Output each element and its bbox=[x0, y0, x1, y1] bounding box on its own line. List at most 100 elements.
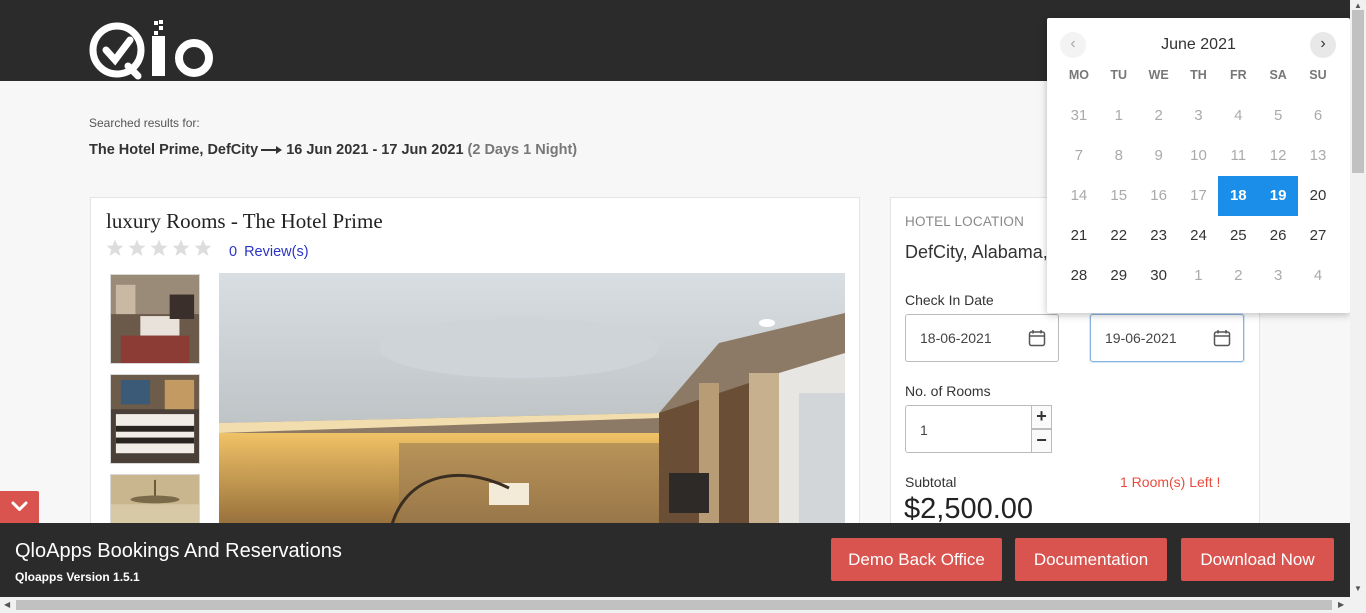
search-label: Searched results for: bbox=[89, 116, 200, 130]
calendar-day[interactable]: 26 bbox=[1258, 216, 1298, 256]
product-title: luxury Rooms - The Hotel Prime bbox=[106, 209, 383, 233]
calendar-day-selected[interactable]: 19 bbox=[1258, 176, 1299, 216]
calendar-day: 5 bbox=[1273, 107, 1283, 124]
next-month-button[interactable]: › bbox=[1310, 32, 1336, 58]
weekday-label: FR bbox=[1229, 68, 1247, 82]
room-thumbnail[interactable] bbox=[110, 374, 200, 464]
scroll-up-icon[interactable]: ▲ bbox=[1354, 1, 1362, 10]
calendar-icon[interactable] bbox=[1213, 329, 1231, 347]
calendar-day[interactable]: 2 bbox=[1218, 256, 1258, 296]
subtotal-label: Subtotal bbox=[905, 474, 957, 490]
horizontal-scroll-thumb[interactable] bbox=[16, 600, 1332, 610]
rooms-left-notice: 1 Room(s) Left ! bbox=[1120, 474, 1221, 490]
rooms-decrement-button[interactable]: − bbox=[1031, 429, 1052, 453]
date-picker: ‹ June 2021 › MO TU WE TH FR SA SU 31 1 … bbox=[1047, 18, 1350, 313]
calendar-icon[interactable] bbox=[1028, 329, 1046, 347]
review-label: Review(s) bbox=[244, 244, 309, 260]
scroll-right-icon[interactable]: ▶ bbox=[1338, 600, 1344, 609]
calendar-day: 17 bbox=[1190, 187, 1207, 204]
review-count: 0 bbox=[229, 244, 238, 260]
demo-footer: QloApps Bookings And Reservations Qloapp… bbox=[0, 523, 1350, 597]
calendar-week: 28 29 30 1 2 3 4 bbox=[1059, 256, 1338, 296]
check-out-date-input[interactable]: 19-06-2021 bbox=[1090, 314, 1244, 362]
search-summary: The Hotel Prime, DefCity 16 Jun 2021 - 1… bbox=[89, 142, 577, 158]
calendar-day: 4 bbox=[1234, 107, 1243, 124]
calendar-day[interactable]: 24 bbox=[1179, 216, 1219, 256]
room-thumbnail[interactable] bbox=[110, 274, 200, 364]
calendar-day: 14 bbox=[1070, 187, 1088, 204]
calendar-day[interactable]: 29 bbox=[1099, 256, 1139, 296]
calendar-grid: MO TU WE TH FR SA SU 31 1 2 3 4 5 6 7 8 … bbox=[1059, 68, 1338, 296]
scroll-down-icon[interactable]: ▼ bbox=[1354, 584, 1362, 593]
weekday-label: WE bbox=[1148, 68, 1169, 82]
calendar-day-selected[interactable]: 18 bbox=[1218, 176, 1259, 216]
search-dates: 16 Jun 2021 - 17 Jun 2021 bbox=[286, 142, 464, 158]
check-in-date-value: 18-06-2021 bbox=[920, 330, 992, 346]
search-duration: (2 Days 1 Night) bbox=[467, 142, 578, 158]
weekday-label: SU bbox=[1309, 68, 1327, 82]
calendar-week: 7 8 9 10 11 12 13 bbox=[1059, 136, 1338, 176]
calendar-day: 16 bbox=[1150, 187, 1167, 204]
calendar-day: 6 bbox=[1313, 107, 1323, 124]
arrow-right-icon bbox=[261, 146, 283, 154]
footer-toggle-button[interactable] bbox=[0, 491, 39, 523]
footer-title: QloApps Bookings And Reservations bbox=[15, 540, 342, 562]
calendar-day: 15 bbox=[1110, 187, 1128, 204]
hotel-location-value: DefCity, Alabama, bbox=[905, 242, 1048, 262]
calendar-week: 14 15 16 17 18 19 20 bbox=[1059, 176, 1338, 216]
calendar-day[interactable]: 20 bbox=[1298, 176, 1338, 216]
qlo-logo[interactable] bbox=[88, 18, 216, 80]
weekday-header: MO TU WE TH FR SA SU bbox=[1059, 68, 1338, 88]
calendar-day: 13 bbox=[1309, 147, 1327, 164]
calendar-day[interactable]: 4 bbox=[1298, 256, 1338, 296]
scroll-left-icon[interactable]: ◀ bbox=[4, 600, 10, 609]
calendar-day[interactable]: 21 bbox=[1059, 216, 1099, 256]
check-in-date-input[interactable]: 18-06-2021 bbox=[905, 314, 1059, 362]
rooms-increment-button[interactable]: + bbox=[1031, 405, 1052, 429]
footer-version: Qloapps Version 1.5.1 bbox=[15, 570, 140, 584]
vertical-scrollbar[interactable]: ▲ ▼ bbox=[1350, 0, 1366, 597]
weekday-label: MO bbox=[1068, 68, 1089, 82]
check-out-date-value: 19-06-2021 bbox=[1105, 330, 1177, 346]
hotel-location-label: HOTEL LOCATION bbox=[905, 214, 1025, 229]
calendar-day[interactable]: 28 bbox=[1059, 256, 1099, 296]
calendar-day[interactable]: 30 bbox=[1139, 256, 1179, 296]
calendar-day: 9 bbox=[1154, 147, 1163, 164]
calendar-day[interactable]: 25 bbox=[1218, 216, 1258, 256]
horizontal-scrollbar[interactable]: ◀ ▶ bbox=[0, 597, 1366, 613]
calendar-week: 21 22 23 24 25 26 27 bbox=[1059, 216, 1338, 256]
calendar-day: 31 bbox=[1070, 107, 1088, 124]
rooms-quantity-input[interactable]: 1 bbox=[905, 405, 1032, 453]
reviews-link[interactable]: 0 Review(s) bbox=[229, 244, 309, 260]
star-icon bbox=[128, 239, 146, 256]
calendar-day: 10 bbox=[1190, 147, 1207, 164]
product-card: luxury Rooms - The Hotel Prime 0 Review(s… bbox=[90, 197, 860, 537]
check-in-label: Check In Date bbox=[905, 292, 994, 308]
calendar-day[interactable]: 27 bbox=[1298, 216, 1338, 256]
calendar-day: 12 bbox=[1269, 147, 1287, 164]
star-icon bbox=[194, 239, 212, 256]
calendar-day[interactable]: 1 bbox=[1179, 256, 1219, 296]
documentation-button[interactable]: Documentation bbox=[1015, 538, 1167, 581]
rooms-label: No. of Rooms bbox=[905, 383, 991, 399]
room-main-image[interactable] bbox=[219, 273, 845, 537]
search-info: Searched results for: The Hotel Prime, D… bbox=[89, 116, 577, 158]
calendar-day: 2 bbox=[1154, 107, 1163, 124]
vertical-scroll-thumb[interactable] bbox=[1352, 10, 1364, 173]
demo-back-office-button[interactable]: Demo Back Office bbox=[831, 538, 1002, 581]
calendar-day[interactable]: 23 bbox=[1139, 216, 1179, 256]
calendar-day[interactable]: 22 bbox=[1099, 216, 1139, 256]
rating-stars bbox=[105, 238, 213, 258]
calendar-day: 3 bbox=[1194, 107, 1203, 124]
calendar-day[interactable]: 3 bbox=[1258, 256, 1298, 296]
calendar-day: 7 bbox=[1074, 147, 1084, 164]
calendar-day: 11 bbox=[1230, 147, 1247, 164]
star-icon bbox=[106, 239, 124, 256]
chevron-down-icon bbox=[11, 501, 28, 511]
weekday-label: TH bbox=[1190, 68, 1207, 82]
calendar-week: 31 1 2 3 4 5 6 bbox=[1059, 96, 1338, 136]
subtotal-price: $2,500.00 bbox=[904, 493, 1034, 525]
weekday-label: TU bbox=[1110, 68, 1128, 82]
download-now-button[interactable]: Download Now bbox=[1181, 538, 1334, 581]
calendar-day: 1 bbox=[1114, 107, 1123, 124]
